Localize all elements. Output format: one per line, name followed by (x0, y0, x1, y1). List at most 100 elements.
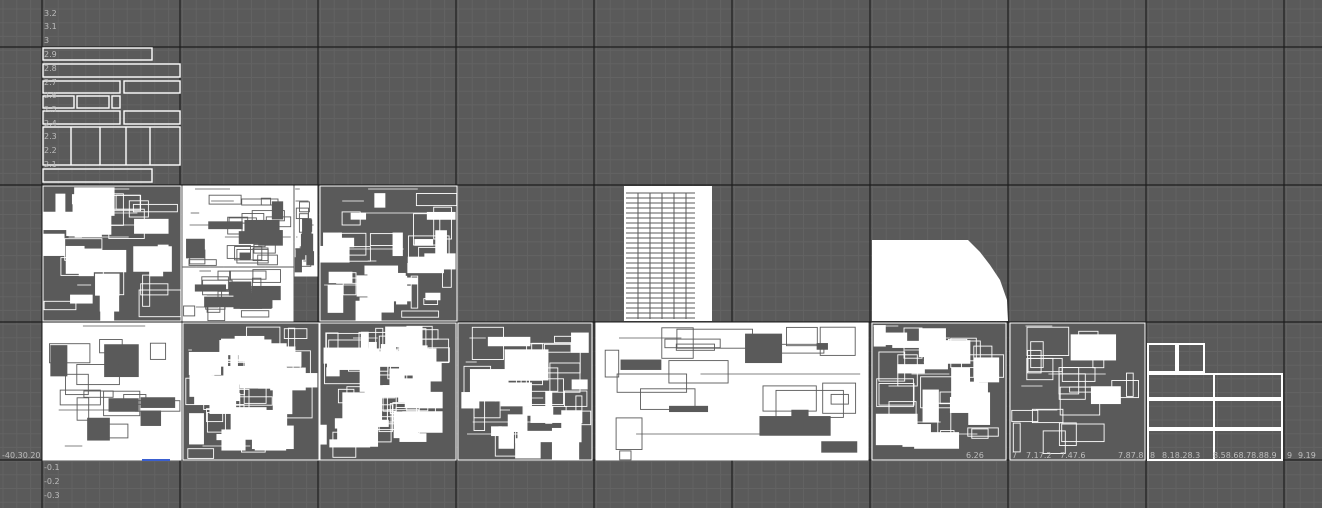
v-axis-label: 2.5 (44, 105, 57, 114)
uv-tile-block[interactable] (294, 185, 318, 277)
uv-face[interactable] (816, 343, 828, 350)
uv-face[interactable] (350, 212, 367, 220)
uv-face[interactable] (571, 379, 588, 390)
uv-face[interactable] (973, 357, 1000, 383)
uv-face[interactable] (254, 430, 287, 451)
uv-face[interactable] (99, 293, 120, 312)
uv-face[interactable] (504, 349, 549, 381)
uv-tile-block[interactable] (42, 322, 182, 461)
v-axis-label: 3.1 (44, 22, 57, 31)
uv-face[interactable] (620, 359, 662, 370)
uv-face[interactable] (530, 414, 563, 423)
uv-face[interactable] (251, 285, 281, 301)
uv-face[interactable] (487, 336, 531, 347)
uv-face[interactable] (745, 333, 783, 364)
uv-strip-shells[interactable] (42, 47, 181, 183)
uv-face[interactable] (259, 441, 279, 448)
uv-face[interactable] (414, 239, 434, 246)
uv-face[interactable] (72, 196, 100, 219)
uv-face[interactable] (498, 426, 514, 449)
uv-face[interactable] (873, 325, 886, 347)
uv-face[interactable] (968, 392, 991, 425)
uv-face[interactable] (355, 300, 382, 322)
uv-face[interactable] (239, 298, 272, 309)
uv-face[interactable] (42, 233, 65, 256)
uv-face[interactable] (328, 271, 353, 284)
uv-face[interactable] (976, 382, 988, 394)
uv-face[interactable] (949, 396, 971, 413)
uv-face[interactable] (189, 413, 204, 445)
uv-face[interactable] (669, 405, 709, 413)
uv-face[interactable] (364, 265, 399, 275)
uv-face[interactable] (426, 211, 456, 220)
uv-face[interactable] (245, 340, 267, 368)
uv-face[interactable] (140, 410, 162, 426)
uv-face[interactable] (399, 345, 428, 376)
uv-grid-viewport[interactable] (0, 0, 1322, 508)
v-axis-label: -0.2 (44, 477, 60, 486)
uv-face[interactable] (364, 285, 387, 292)
uv-tile-block[interactable] (42, 185, 182, 322)
uv-face[interactable] (87, 249, 127, 273)
uv-tile-block[interactable] (319, 322, 457, 461)
uv-face[interactable] (87, 417, 110, 441)
uv-face[interactable] (300, 233, 314, 256)
uv-face[interactable] (951, 367, 971, 398)
uv-face[interactable] (897, 364, 925, 374)
uv-face[interactable] (892, 340, 929, 348)
u-axis-label: 7 (1012, 451, 1018, 460)
uv-face[interactable] (392, 232, 403, 257)
u-axis-label: 8.58.68.78.88.9 (1213, 451, 1277, 460)
uv-face[interactable] (186, 238, 205, 259)
uv-tile-block[interactable] (182, 267, 294, 322)
uv-tile-block[interactable] (182, 185, 294, 267)
uv-face[interactable] (517, 430, 558, 443)
uv-face[interactable] (199, 390, 231, 405)
uv-face[interactable] (922, 389, 939, 423)
uv-face[interactable] (791, 409, 809, 434)
uv-face[interactable] (389, 289, 399, 301)
uv-shell-ragged-block[interactable] (872, 240, 1008, 321)
uv-face[interactable] (271, 201, 284, 220)
uv-tile-block[interactable] (871, 322, 1007, 461)
uv-face[interactable] (369, 385, 405, 398)
uv-face[interactable] (228, 281, 252, 296)
uv-face[interactable] (1090, 386, 1121, 405)
uv-face[interactable] (65, 245, 85, 274)
uv-face[interactable] (327, 284, 344, 313)
uv-face[interactable] (70, 294, 93, 304)
uv-face[interactable] (374, 193, 386, 208)
uv-face[interactable] (104, 344, 139, 378)
uv-face[interactable] (821, 441, 858, 453)
uv-tile-block[interactable] (1009, 322, 1146, 461)
uv-face[interactable] (221, 338, 240, 356)
uv-face[interactable] (272, 388, 293, 415)
uv-face[interactable] (326, 367, 340, 377)
uv-tile-block[interactable] (595, 322, 869, 461)
uv-face[interactable] (133, 246, 172, 272)
uv-editor-canvas[interactable]: 3.2 3.1 3 2.9 2.8 2.7 2.6 2.5 2.4 2.3 2.… (0, 0, 1322, 508)
uv-face[interactable] (286, 351, 302, 367)
uv-right-shells[interactable] (1147, 343, 1283, 461)
uv-tile-block[interactable] (319, 185, 458, 322)
uv-face[interactable] (277, 373, 318, 388)
uv-face[interactable] (435, 230, 447, 258)
uv-face[interactable] (337, 420, 379, 447)
uv-face[interactable] (55, 193, 66, 226)
uv-face[interactable] (238, 409, 276, 433)
uv-face[interactable] (244, 219, 280, 234)
uv-tile-block[interactable] (182, 322, 320, 461)
uv-shells[interactable] (42, 47, 1283, 461)
uv-face[interactable] (1070, 334, 1117, 361)
uv-shell-tall-grid[interactable] (624, 186, 712, 321)
uv-face[interactable] (302, 218, 312, 236)
u-axis-label: -40.30.20 (2, 451, 41, 460)
uv-face[interactable] (393, 411, 419, 439)
uv-face[interactable] (134, 218, 169, 234)
uv-face[interactable] (319, 424, 327, 445)
uv-face[interactable] (95, 273, 120, 296)
uv-face[interactable] (50, 345, 68, 377)
uv-tile-block[interactable] (457, 322, 593, 461)
u-axis-label: 9.19 (1298, 451, 1316, 460)
uv-face[interactable] (551, 427, 580, 460)
